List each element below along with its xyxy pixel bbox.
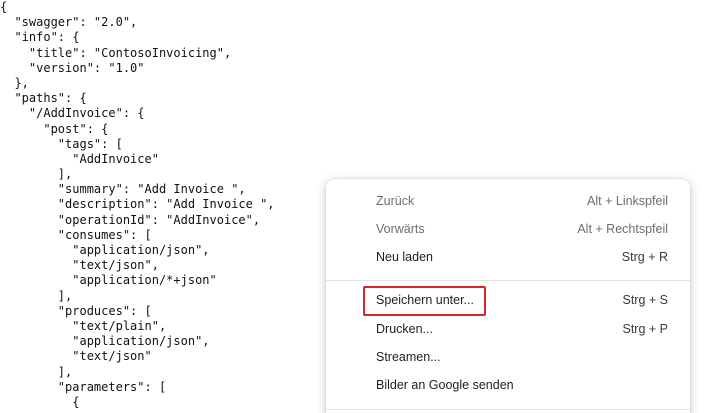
browser-page: { "swagger": "2.0", "info": { "title": "…	[0, 0, 725, 413]
json-line: ],	[0, 288, 73, 303]
menu-separator	[326, 280, 690, 281]
menu-item-label: Vorwärts	[376, 222, 425, 236]
menu-item-shortcut: Strg + R	[621, 250, 668, 264]
json-line: "application/*+json"	[0, 273, 217, 288]
json-source-view: { "swagger": "2.0", "info": { "title": "…	[0, 0, 275, 410]
json-line: "post": {	[0, 121, 109, 136]
menu-item-send-images-to-google[interactable]: Bilder an Google senden	[326, 372, 690, 400]
json-line: "text/json"	[0, 349, 152, 364]
json-line: "AddInvoice"	[0, 151, 159, 166]
menu-item-label: Streamen...	[376, 350, 441, 364]
context-menu: Zurück Alt + Linkspfeil Vorwärts Alt + R…	[326, 179, 690, 413]
menu-item-label: Drucken...	[376, 322, 433, 336]
menu-item-cast[interactable]: Streamen...	[326, 344, 690, 372]
json-line: "application/json",	[0, 334, 210, 349]
json-line: "title": "ContosoInvoicing",	[0, 45, 232, 60]
json-line: ],	[0, 364, 73, 379]
menu-item-shortcut: Strg + P	[622, 322, 668, 336]
json-line: "text/json",	[0, 258, 159, 273]
menu-item-reload[interactable]: Neu laden Strg + R	[326, 244, 690, 272]
menu-item-back[interactable]: Zurück Alt + Linkspfeil	[326, 188, 690, 216]
json-line: "produces": [	[0, 303, 152, 318]
json-line: "operationId": "AddInvoice",	[0, 212, 261, 227]
json-line: "application/json",	[0, 243, 210, 257]
menu-item-shortcut: Strg + S	[622, 293, 668, 307]
json-line: "consumes": [	[0, 227, 152, 242]
menu-item-label: Zurück	[376, 194, 415, 208]
menu-item-forward[interactable]: Vorwärts Alt + Rechtspfeil	[326, 216, 690, 244]
json-line: "tags": [	[0, 136, 123, 151]
json-line: "swagger": "2.0",	[0, 15, 138, 30]
menu-item-label: Speichern unter...	[376, 293, 474, 307]
json-line: ],	[0, 167, 73, 182]
menu-item-shortcut: Alt + Linkspfeil	[587, 194, 668, 208]
menu-separator	[326, 409, 690, 410]
menu-item-label: Bilder an Google senden	[376, 378, 514, 392]
json-line: {	[0, 394, 80, 409]
menu-item-save-as[interactable]: Speichern unter... Strg + S	[326, 287, 690, 315]
json-line: "/AddInvoice": {	[0, 106, 145, 121]
json-line: "paths": {	[0, 91, 87, 106]
json-line: },	[0, 75, 29, 90]
json-line: "parameters": [	[0, 379, 167, 394]
json-line: "text/plain",	[0, 318, 167, 333]
menu-item-print[interactable]: Drucken... Strg + P	[326, 316, 690, 344]
json-line: "description": "Add Invoice ",	[0, 197, 275, 212]
menu-item-shortcut: Alt + Rechtspfeil	[577, 222, 668, 236]
json-line: "summary": "Add Invoice ",	[0, 182, 246, 197]
json-line: "version": "1.0"	[0, 60, 145, 75]
json-line: {	[0, 0, 8, 14]
menu-item-label: Neu laden	[376, 250, 433, 264]
json-line: "info": {	[0, 30, 80, 45]
